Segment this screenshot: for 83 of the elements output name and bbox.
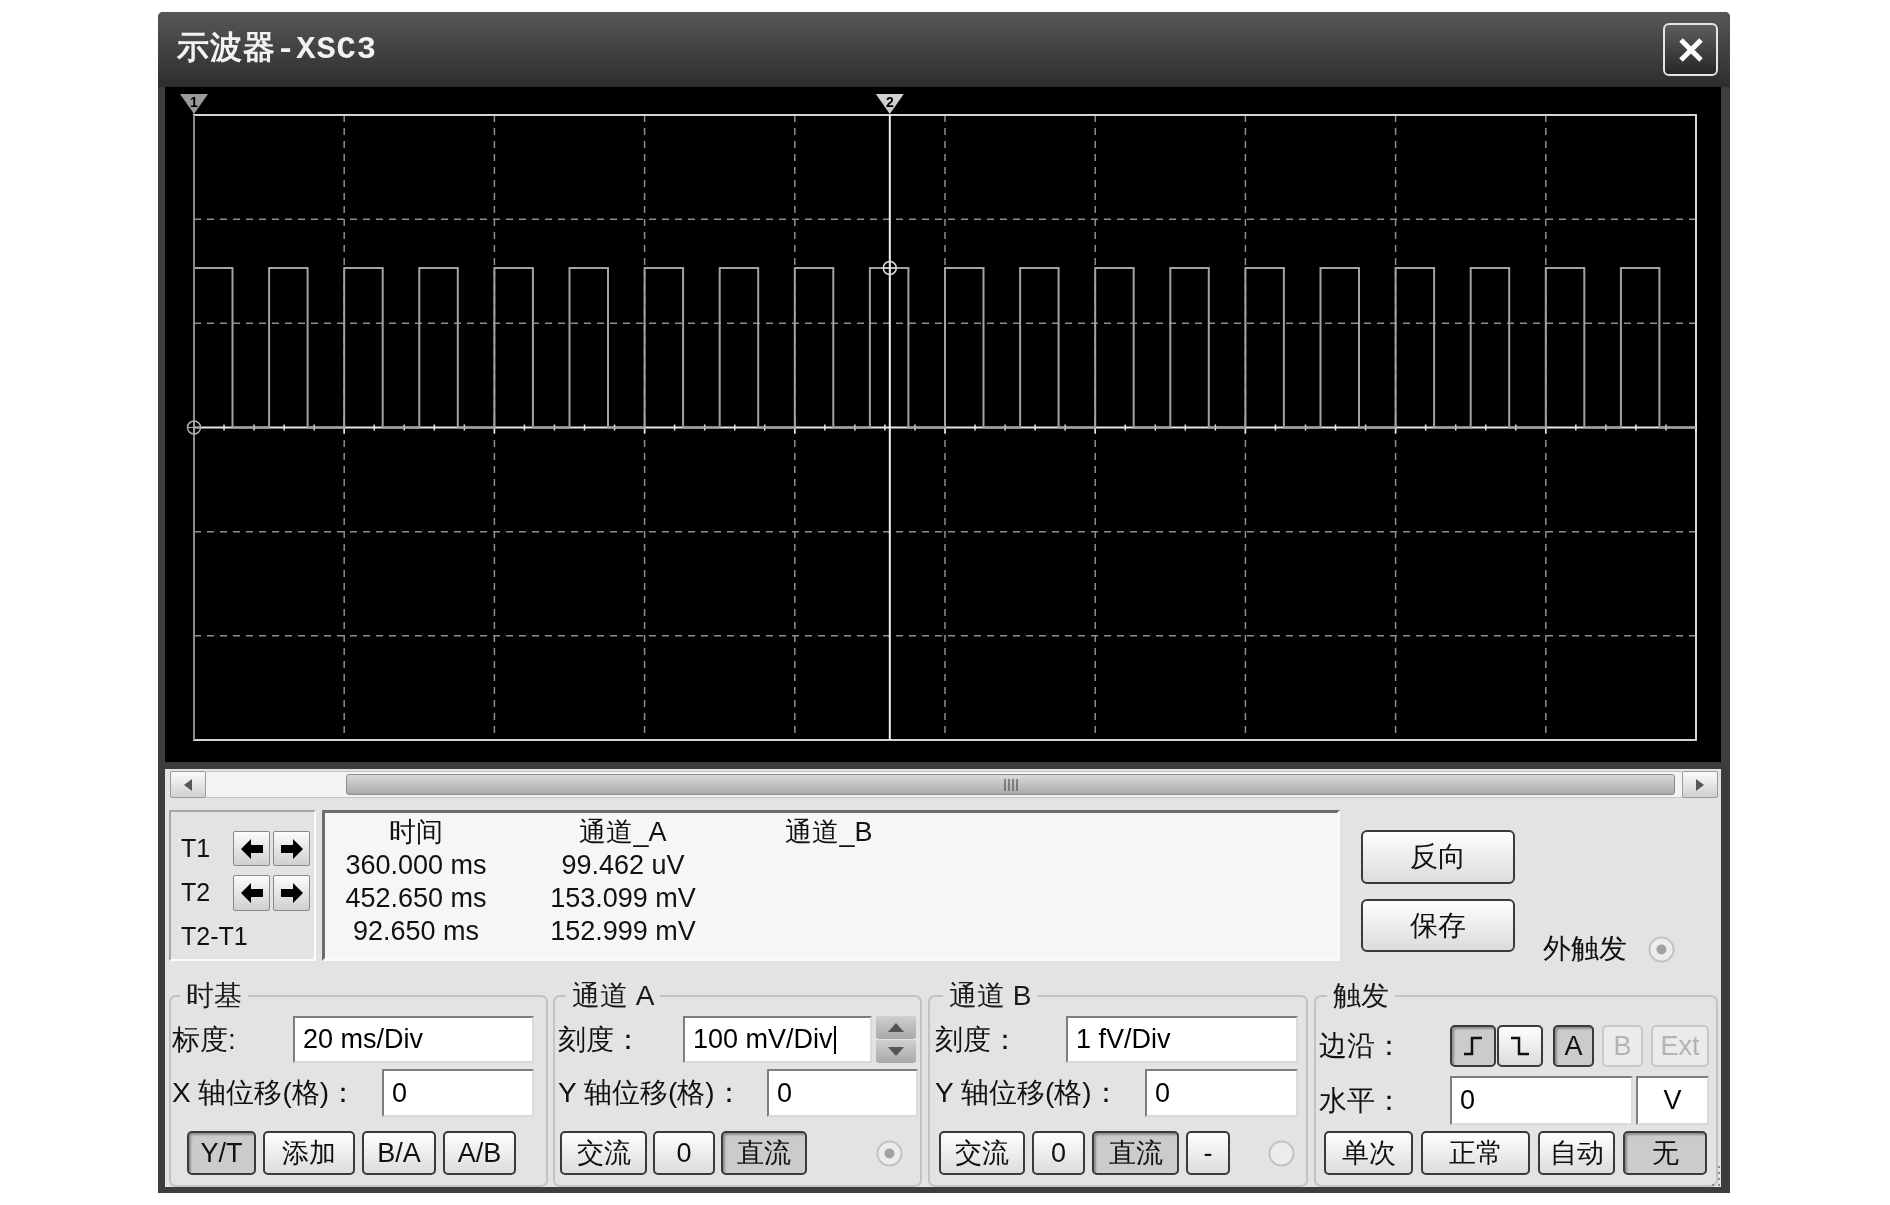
left-arrow-icon (240, 883, 263, 903)
save-button[interactable]: 保存 (1361, 899, 1515, 952)
position-field[interactable]: 0 (767, 1069, 918, 1117)
radio-button[interactable] (1268, 1139, 1295, 1167)
position-field[interactable]: 0 (1145, 1069, 1298, 1117)
up-arrow-icon (888, 1023, 904, 1032)
close-button[interactable] (1663, 23, 1718, 76)
down-arrow-icon (888, 1047, 904, 1056)
spin-down-button[interactable] (876, 1040, 916, 1063)
coupling-button[interactable]: 0 (653, 1131, 715, 1175)
crosshair-marker-icon (882, 260, 898, 276)
scrollbar-thumb[interactable] (346, 774, 1675, 795)
group-title: 通道 A (571, 982, 656, 1010)
trigger-mode-button[interactable]: 自动 (1538, 1131, 1615, 1175)
time-value: 92.650 ms (352, 915, 480, 949)
field-label: 边沿： (1319, 1029, 1403, 1063)
rising-edge-icon (1462, 1034, 1484, 1058)
coupling-button[interactable]: 直流 (1092, 1131, 1179, 1175)
field-label: Y 轴位移(格)： (935, 1076, 1120, 1110)
display-mode-button[interactable]: A/B (443, 1131, 516, 1175)
coupling-button[interactable]: 交流 (560, 1131, 647, 1175)
grip-icon (1003, 778, 1018, 791)
unit-field[interactable]: V (1636, 1076, 1709, 1125)
field-label: 水平： (1319, 1083, 1403, 1118)
field-label: 刻度： (558, 1022, 642, 1057)
reverse-button[interactable]: 反向 (1361, 830, 1515, 884)
cursor-handle[interactable]: 2 (875, 94, 904, 114)
time-value: 452.650 ms (345, 882, 487, 916)
field-label: 刻度： (935, 1022, 1019, 1057)
field-label: Y 轴位移(格)： (558, 1076, 743, 1110)
scroll-left-button[interactable] (170, 771, 206, 798)
cursor-label: T2-T1 (181, 921, 248, 953)
trigger-mode-button[interactable]: 单次 (1324, 1131, 1413, 1175)
group-title: 触发 (1332, 982, 1390, 1010)
trigger-level-field[interactable]: 0 (1450, 1076, 1633, 1125)
group-title: 时基 (185, 982, 243, 1010)
coupling-button[interactable]: 直流 (721, 1131, 807, 1175)
falling-edge-button[interactable] (1497, 1025, 1543, 1067)
group-title: 通道 B (948, 982, 1033, 1010)
coupling-button[interactable]: 交流 (939, 1131, 1025, 1175)
voltage-value: 99.462 uV (561, 849, 685, 883)
right-triangle-icon (1696, 778, 1704, 791)
falling-edge-icon (1509, 1034, 1531, 1058)
right-arrow-button[interactable] (273, 875, 310, 911)
radio-button[interactable] (876, 1139, 903, 1167)
left-triangle-icon (184, 778, 192, 791)
trigger-mode-button[interactable]: 无 (1623, 1131, 1707, 1175)
time-value: 360.000 ms (345, 849, 487, 883)
position-field[interactable]: 0 (382, 1069, 534, 1117)
invert-button[interactable]: - (1186, 1131, 1230, 1175)
voltage-value: 153.099 mV (550, 882, 696, 916)
right-arrow-icon (280, 883, 303, 903)
field-label: 标度: (172, 1022, 236, 1057)
coupling-button[interactable]: 0 (1032, 1131, 1085, 1175)
right-arrow-icon (280, 838, 303, 859)
cursor-label: T1 (181, 832, 212, 864)
trigger-mode-button[interactable]: 正常 (1421, 1131, 1530, 1175)
scale-field[interactable]: 100 mV/Div (683, 1016, 872, 1063)
display-mode-button[interactable]: B/A (362, 1131, 436, 1175)
scroll-right-button[interactable] (1682, 771, 1718, 798)
crosshair-marker-icon (186, 420, 202, 435)
field-label: X 轴位移(格)： (172, 1076, 358, 1110)
left-arrow-button[interactable] (233, 875, 270, 911)
rising-edge-button[interactable] (1450, 1025, 1496, 1067)
left-arrow-button[interactable] (233, 831, 270, 866)
radio-button[interactable] (1648, 935, 1675, 963)
close-icon (1676, 35, 1705, 64)
window-title: 示波器-XSC3 (177, 29, 377, 70)
scale-field[interactable]: 20 ms/Div (293, 1016, 534, 1063)
left-arrow-icon (240, 838, 263, 859)
column-header: 通道_B (785, 816, 873, 850)
spin-up-button[interactable] (876, 1016, 916, 1039)
right-arrow-button[interactable] (273, 831, 310, 866)
scale-field[interactable]: 1 fV/Div (1066, 1016, 1298, 1063)
field-label: 外触发 (1543, 932, 1627, 966)
voltage-value: 152.999 mV (550, 915, 696, 949)
cursor-label: T2 (181, 877, 212, 909)
display-mode-button[interactable]: Y/T (187, 1131, 256, 1175)
display-mode-button[interactable]: 添加 (263, 1131, 355, 1175)
trigger-source-button[interactable]: A (1553, 1025, 1594, 1067)
column-header: 通道_A (579, 816, 667, 850)
cursor-handle[interactable]: 1 (180, 94, 208, 114)
column-header: 时间 (389, 816, 443, 850)
